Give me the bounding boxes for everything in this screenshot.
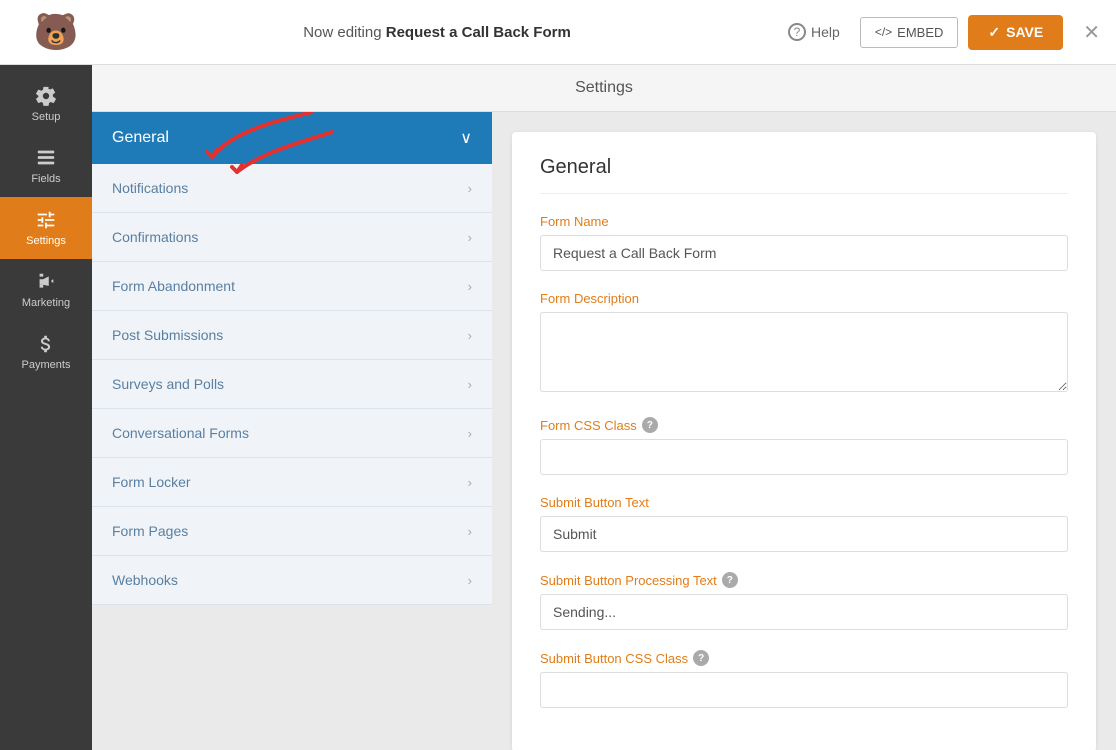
menu-item-form-abandonment[interactable]: Form Abandonment › bbox=[92, 262, 492, 311]
submit-button-css-class-label: Submit Button CSS Class ? bbox=[540, 650, 1068, 666]
sidebar-item-fields[interactable]: Fields bbox=[0, 135, 92, 197]
menu-item-confirmations[interactable]: Confirmations › bbox=[92, 213, 492, 262]
help-button[interactable]: ? Help bbox=[778, 17, 850, 47]
form-description-input[interactable] bbox=[540, 312, 1068, 392]
sidebar-item-label: Marketing bbox=[22, 297, 70, 309]
menu-item-general-header[interactable]: General ∨ bbox=[92, 112, 492, 164]
submit-button-processing-text-input[interactable] bbox=[540, 594, 1068, 630]
settings-body: General ∨ Notifications › bbox=[92, 112, 1116, 750]
chevron-right-icon: › bbox=[468, 573, 472, 588]
embed-code-icon: </> bbox=[875, 25, 892, 39]
payments-icon bbox=[35, 333, 57, 355]
chevron-right-icon: › bbox=[468, 230, 472, 245]
logo-bear: 🐻 bbox=[34, 11, 79, 53]
chevron-right-icon: › bbox=[468, 475, 472, 490]
menu-item-webhooks[interactable]: Webhooks › bbox=[92, 556, 492, 605]
fields-icon bbox=[35, 147, 57, 169]
menu-item-surveys-polls[interactable]: Surveys and Polls › bbox=[92, 360, 492, 409]
main-layout: Setup Fields Settings Marketing bbox=[0, 65, 1116, 750]
setup-icon bbox=[35, 85, 57, 107]
form-css-class-group: Form CSS Class ? bbox=[540, 417, 1068, 475]
settings-sliders-icon bbox=[35, 209, 57, 231]
checkmark-icon: ✓ bbox=[988, 24, 1000, 41]
help-icon[interactable]: ? bbox=[642, 417, 658, 433]
chevron-right-icon: › bbox=[468, 279, 472, 294]
sidebar-item-label: Settings bbox=[26, 235, 66, 247]
embed-button[interactable]: </> EMBED bbox=[860, 17, 959, 48]
settings-menu: General ∨ Notifications › bbox=[92, 112, 492, 750]
chevron-right-icon: › bbox=[468, 181, 472, 196]
top-actions: ? Help </> EMBED ✓ SAVE ✕ bbox=[778, 15, 1100, 50]
form-css-class-input[interactable] bbox=[540, 439, 1068, 475]
sidebar-item-label: Fields bbox=[31, 173, 60, 185]
general-form-panel: General Form Name Form Description bbox=[512, 132, 1096, 750]
form-name-input[interactable] bbox=[540, 235, 1068, 271]
form-name-label: Form Name bbox=[540, 214, 1068, 229]
top-bar: 🐻 Now editing Request a Call Back Form ?… bbox=[0, 0, 1116, 65]
sidebar-item-settings[interactable]: Settings bbox=[0, 197, 92, 259]
submit-button-css-class-input[interactable] bbox=[540, 672, 1068, 708]
submit-button-text-group: Submit Button Text bbox=[540, 495, 1068, 552]
sidebar-item-payments[interactable]: Payments bbox=[0, 321, 92, 383]
sidebar-item-marketing[interactable]: Marketing bbox=[0, 259, 92, 321]
sidebar-item-label: Payments bbox=[22, 359, 71, 371]
submit-button-processing-text-label: Submit Button Processing Text ? bbox=[540, 572, 1068, 588]
panel-title: General bbox=[540, 156, 1068, 194]
menu-item-conversational-forms[interactable]: Conversational Forms › bbox=[92, 409, 492, 458]
menu-item-post-submissions[interactable]: Post Submissions › bbox=[92, 311, 492, 360]
help-icon: ? bbox=[788, 23, 806, 41]
submit-button-css-class-group: Submit Button CSS Class ? bbox=[540, 650, 1068, 708]
form-description-label: Form Description bbox=[540, 291, 1068, 306]
marketing-icon bbox=[35, 271, 57, 293]
help-icon[interactable]: ? bbox=[693, 650, 709, 666]
editing-label: Now editing Request a Call Back Form bbox=[96, 24, 778, 41]
submit-button-processing-text-group: Submit Button Processing Text ? bbox=[540, 572, 1068, 630]
form-name-group: Form Name bbox=[540, 214, 1068, 271]
sidebar-item-label: Setup bbox=[32, 111, 61, 123]
chevron-right-icon: › bbox=[468, 377, 472, 392]
form-css-class-label: Form CSS Class ? bbox=[540, 417, 1068, 433]
form-description-group: Form Description bbox=[540, 291, 1068, 397]
settings-page-header: Settings bbox=[92, 65, 1116, 112]
content-area: Settings General ∨ bbox=[92, 65, 1116, 750]
right-panel: General Form Name Form Description bbox=[492, 112, 1116, 750]
sidebar-item-setup[interactable]: Setup bbox=[0, 73, 92, 135]
submit-button-text-input[interactable] bbox=[540, 516, 1068, 552]
chevron-down-icon: ∨ bbox=[460, 128, 472, 148]
help-icon[interactable]: ? bbox=[722, 572, 738, 588]
close-button[interactable]: ✕ bbox=[1083, 20, 1100, 45]
menu-item-form-locker[interactable]: Form Locker › bbox=[92, 458, 492, 507]
submit-button-text-label: Submit Button Text bbox=[540, 495, 1068, 510]
chevron-right-icon: › bbox=[468, 426, 472, 441]
annotation-arrows bbox=[152, 112, 352, 202]
menu-item-form-pages[interactable]: Form Pages › bbox=[92, 507, 492, 556]
left-sidebar: Setup Fields Settings Marketing bbox=[0, 65, 92, 750]
chevron-right-icon: › bbox=[468, 524, 472, 539]
logo-area: 🐻 bbox=[16, 11, 96, 53]
save-button[interactable]: ✓ SAVE bbox=[968, 15, 1063, 50]
chevron-right-icon: › bbox=[468, 328, 472, 343]
